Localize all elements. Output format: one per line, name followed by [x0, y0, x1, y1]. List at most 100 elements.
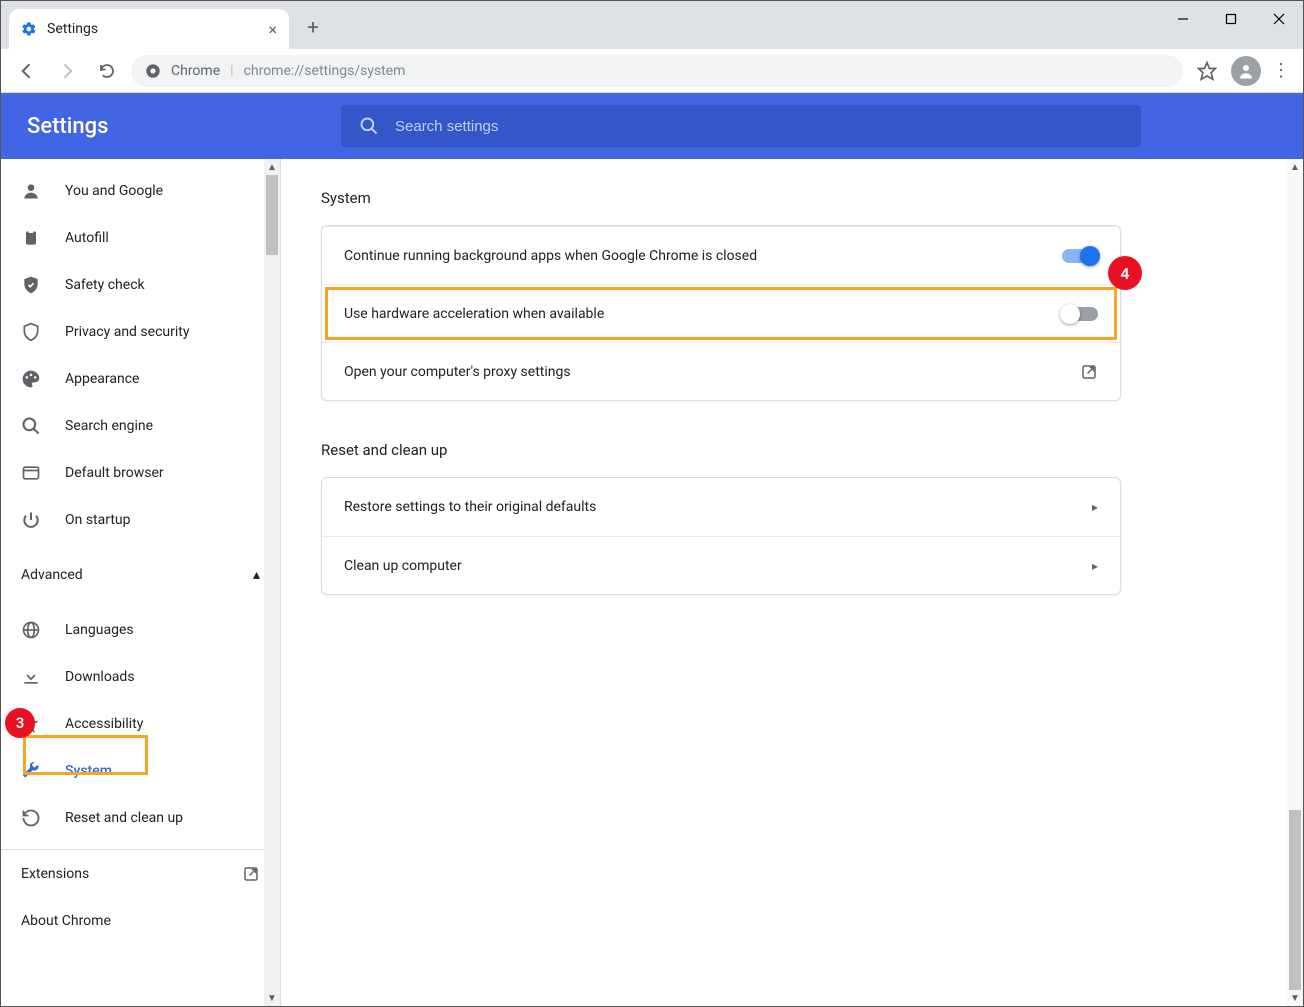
sidebar-item-label: Accessibility: [65, 716, 143, 732]
settings-row[interactable]: Clean up computer ▸: [322, 536, 1120, 594]
chevron-up-icon: ▴: [253, 567, 260, 583]
sidebar-item-default-browser[interactable]: Default browser: [1, 449, 264, 496]
sidebar-item-safety-check[interactable]: Safety check: [1, 261, 264, 308]
row-label: Restore settings to their original defau…: [344, 499, 596, 515]
settings-row[interactable]: Open your computer's proxy settings: [322, 342, 1120, 400]
row-label: Open your computer's proxy settings: [344, 364, 571, 380]
annotation-badge-4: 4: [1108, 256, 1142, 290]
scroll-up-icon[interactable]: ▲: [1287, 159, 1303, 175]
sidebar-item-on-startup[interactable]: On startup: [1, 496, 264, 543]
settings-row[interactable]: Restore settings to their original defau…: [322, 478, 1120, 536]
settings-search[interactable]: [341, 105, 1141, 147]
chrome-product-icon: [145, 63, 161, 79]
settings-row[interactable]: Continue running background apps when Go…: [322, 226, 1120, 284]
url-path: chrome://settings/system: [244, 63, 406, 79]
sidebar-item-appearance[interactable]: Appearance: [1, 355, 264, 402]
sidebar-item-label: Appearance: [65, 371, 139, 387]
sidebar-item-label: Reset and clean up: [65, 810, 183, 826]
toggle-switch[interactable]: [1062, 307, 1098, 321]
scroll-up-icon[interactable]: ▲: [264, 159, 280, 175]
sidebar-footer-about-chrome[interactable]: About Chrome: [1, 897, 280, 944]
advanced-section-toggle[interactable]: Advanced ▴: [1, 551, 280, 598]
sidebar-item-label: On startup: [65, 512, 131, 528]
search-icon: [359, 116, 379, 136]
row-label: Continue running background apps when Go…: [344, 248, 757, 264]
url-scheme-label: Chrome: [171, 63, 220, 79]
close-window-button[interactable]: [1255, 1, 1303, 37]
browser-tab[interactable]: Settings ×: [9, 9, 289, 49]
sidebar-item-label: System: [65, 763, 112, 779]
globe-icon: [21, 620, 41, 640]
palette-icon: [21, 369, 41, 389]
address-bar[interactable]: Chrome | chrome://settings/system: [131, 55, 1183, 87]
sidebar-item-autofill[interactable]: Autofill: [1, 214, 264, 261]
scroll-down-icon[interactable]: ▼: [264, 990, 280, 1006]
power-icon: [21, 510, 41, 530]
tab-title: Settings: [47, 21, 98, 37]
sidebar-item-search-engine[interactable]: Search engine: [1, 402, 264, 449]
browser-icon: [21, 463, 41, 483]
window-controls: [1159, 1, 1303, 37]
gear-icon: [21, 21, 37, 37]
shield-check-icon: [21, 275, 41, 295]
external-link-icon: [1080, 363, 1098, 381]
settings-search-input[interactable]: [395, 118, 1123, 135]
wrench-icon: [21, 761, 41, 781]
tab-close-icon[interactable]: ×: [268, 20, 277, 39]
maximize-button[interactable]: [1207, 1, 1255, 37]
row-label: Clean up computer: [344, 558, 462, 574]
account-avatar[interactable]: [1231, 56, 1261, 86]
sidebar-item-label: Downloads: [65, 669, 135, 685]
sidebar-item-privacy-and-security[interactable]: Privacy and security: [1, 308, 264, 355]
main-scrollbar[interactable]: ▲ ▼: [1287, 159, 1303, 1006]
new-tab-button[interactable]: +: [299, 13, 327, 41]
sidebar-item-label: Search engine: [65, 418, 153, 434]
section-title-system: System: [321, 189, 1263, 207]
sidebar-footer-label: Extensions: [21, 866, 89, 882]
section-title-reset: Reset and clean up: [321, 441, 1263, 459]
main-scroll-thumb[interactable]: [1289, 810, 1301, 990]
settings-header: Settings: [1, 93, 1303, 159]
bookmark-star-icon[interactable]: [1191, 55, 1223, 87]
advanced-label: Advanced: [21, 567, 83, 583]
system-card: 4 Continue running background apps when …: [321, 225, 1121, 401]
url-separator: |: [230, 63, 233, 79]
sidebar-item-system[interactable]: System: [1, 747, 264, 794]
reload-button[interactable]: [91, 55, 123, 87]
sidebar-scroll-thumb[interactable]: [266, 175, 278, 255]
sidebar-item-languages[interactable]: Languages: [1, 606, 264, 653]
sidebar-item-label: You and Google: [65, 183, 163, 199]
scroll-down-icon[interactable]: ▼: [1287, 990, 1303, 1006]
sidebar-scrollbar[interactable]: ▲ ▼: [264, 159, 280, 1006]
forward-button[interactable]: [51, 55, 83, 87]
clipboard-icon: [21, 228, 41, 248]
sidebar-item-you-and-google[interactable]: You and Google: [1, 167, 264, 214]
chevron-right-icon: ▸: [1092, 559, 1098, 573]
sidebar-item-label: Privacy and security: [65, 324, 189, 340]
external-link-icon: [242, 865, 260, 883]
browser-toolbar: Chrome | chrome://settings/system ⋮: [1, 49, 1303, 93]
sidebar-item-label: Autofill: [65, 230, 109, 246]
sidebar-item-reset-and-clean-up[interactable]: Reset and clean up: [1, 794, 264, 841]
sidebar-item-label: Safety check: [65, 277, 145, 293]
sidebar-footer-extensions[interactable]: Extensions: [1, 850, 280, 897]
sidebar-item-label: Languages: [65, 622, 134, 638]
settings-main: ▲ ▼ System 4 Continue running background…: [281, 159, 1303, 1006]
sidebar-item-accessibility[interactable]: Accessibility: [1, 700, 264, 747]
sidebar-footer-label: About Chrome: [21, 913, 111, 929]
settings-sidebar: ▲ ▼ You and Google Autofill Safety check Pr…: [1, 159, 281, 1006]
accessibility-icon: [21, 714, 41, 734]
search-icon: [21, 416, 41, 436]
window-titlebar: Settings × +: [1, 1, 1303, 49]
minimize-button[interactable]: [1159, 1, 1207, 37]
row-label: Use hardware acceleration when available: [344, 306, 604, 322]
sidebar-item-downloads[interactable]: Downloads: [1, 653, 264, 700]
toggle-switch[interactable]: [1062, 249, 1098, 263]
back-button[interactable]: [11, 55, 43, 87]
download-icon: [21, 667, 41, 687]
settings-title: Settings: [27, 114, 317, 139]
restore-icon: [21, 808, 41, 828]
shield-icon: [21, 322, 41, 342]
settings-row[interactable]: Use hardware acceleration when available: [322, 284, 1120, 342]
chrome-menu-icon[interactable]: ⋮: [1269, 60, 1293, 81]
